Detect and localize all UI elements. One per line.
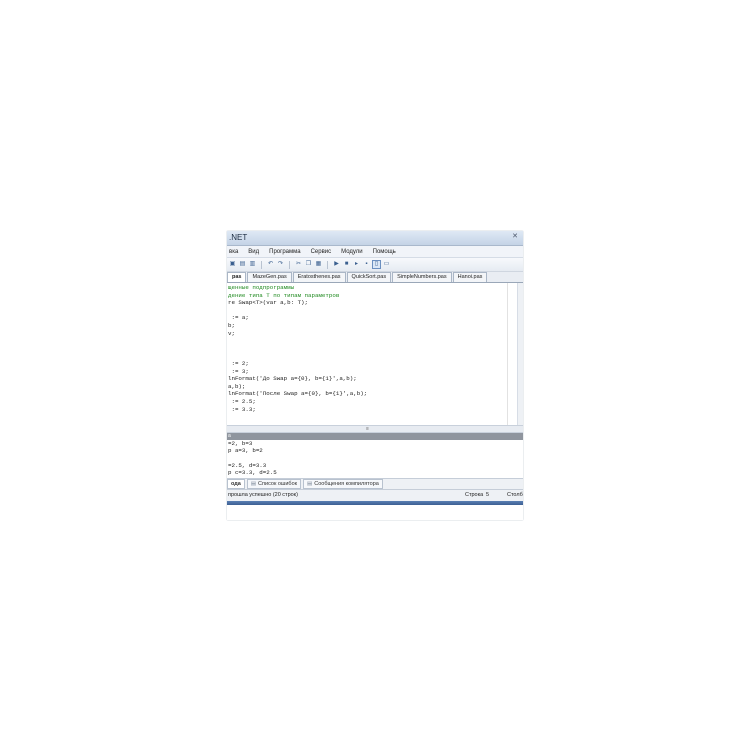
tab-mazegen[interactable]: MazeGen.pas — [247, 272, 292, 282]
output-line: =2.5, d=3.3 — [228, 461, 267, 469]
status-column-label: Столб — [507, 492, 523, 498]
tab-eratosthenes[interactable]: Eratosthenes.pas — [292, 272, 346, 282]
code-editor[interactable]: щенные подпрограммы дение типа T по типам… — [227, 283, 523, 426]
code-line[interactable]: := 2; — [228, 360, 367, 368]
output-line: =2, b=3 — [228, 440, 253, 447]
code-line[interactable]: lnFormat('После Swap a={0}, b={1}',a,b); — [228, 390, 367, 398]
code-line[interactable]: := 3.3; — [228, 406, 367, 414]
code-line[interactable]: re Swap<T>(var a,b: T); — [228, 299, 367, 307]
margin-line — [507, 283, 508, 425]
code-line[interactable]: щенные подпрограммы — [228, 284, 367, 292]
code-line[interactable]: дение типа T по типам параметров — [228, 292, 367, 300]
code-line[interactable] — [228, 352, 367, 360]
toolbar: ▣ ▤ ▥ ↶ ↷ ✂ ❐ ▦ ▶ ■ ▸ ▪ ▯ ▭ — [227, 258, 523, 272]
save-all-icon[interactable]: ▤ — [239, 261, 246, 268]
status-row-label: Строка — [465, 492, 484, 498]
code-line[interactable]: := 3; — [228, 368, 367, 376]
save-icon[interactable]: ▣ — [229, 261, 236, 268]
output-line: р c=3.3, d=2.5 — [228, 469, 277, 477]
tab-quicksort[interactable]: QuickSort.pas — [346, 272, 392, 282]
code-line[interactable] — [228, 337, 367, 345]
tab-current-file[interactable]: pas — [227, 272, 247, 282]
layout-icon[interactable]: ▭ — [383, 261, 390, 268]
ide-window: .NET ✕ вка Вид Программа Сервис Модули П… — [227, 231, 523, 520]
code-line[interactable]: := a; — [228, 314, 367, 322]
tab-output-label: ода — [231, 481, 241, 487]
taskbar-strip — [227, 501, 523, 505]
status-message: прошла успешно (20 строк) — [228, 492, 298, 498]
cut-icon[interactable]: ✂ — [295, 261, 302, 268]
output-header: а — [227, 433, 523, 440]
paste-icon[interactable]: ▦ — [315, 261, 322, 268]
code-line[interactable]: b; — [228, 322, 367, 330]
compile-icon[interactable]: ▪ — [363, 261, 370, 268]
tab-hanoi[interactable]: Hanoi.pas — [452, 272, 488, 282]
splitter-grip-icon[interactable]: ≡ — [366, 426, 369, 432]
menu-item-help[interactable]: Помощь — [373, 249, 396, 255]
status-row-value: 5 — [486, 492, 490, 498]
undo-icon[interactable]: ↶ — [267, 261, 274, 268]
menu-item-modules[interactable]: Модули — [341, 249, 363, 255]
bottom-tabs: ода ▤ Список ошибок ▤ Сообщения компилятор… — [227, 478, 523, 490]
pane-splitter[interactable]: ≡ — [227, 426, 523, 433]
menu-bar: вка Вид Программа Сервис Модули Помощь — [227, 246, 523, 258]
editor-scrollbar[interactable] — [517, 283, 523, 425]
code-text[interactable]: щенные подпрограммы дение типа T по типам… — [228, 284, 367, 413]
tab-error-list-label: Список ошибок — [258, 481, 298, 487]
toolbar-divider — [327, 260, 328, 269]
menu-item-service[interactable]: Сервис — [311, 249, 332, 255]
tab-compiler-messages[interactable]: ▤ Сообщения компилятора — [303, 479, 383, 489]
code-line[interactable] — [228, 345, 367, 353]
window-title: .NET — [229, 233, 248, 242]
code-line[interactable] — [228, 307, 367, 315]
title-bar: .NET ✕ — [227, 231, 523, 246]
file-tabs: pas MazeGen.pas Eratosthenes.pas QuickSo… — [227, 272, 523, 283]
status-bar: прошла успешно (20 строк) Строка 5 Столб — [227, 490, 523, 501]
tab-error-list[interactable]: ▤ Список ошибок — [246, 479, 302, 489]
list-icon: ▤ — [250, 481, 257, 487]
code-line[interactable]: lnFormat('До Swap a={0}, b={1}',a,b); — [228, 375, 367, 383]
output-window: =2, b=3 р a=3, b=2 =2.5, d=3.3 р c=3.3, d=… — [227, 440, 523, 478]
close-icon[interactable]: ✕ — [509, 232, 521, 242]
stop-icon[interactable]: ■ — [343, 261, 350, 268]
menu-item-view[interactable]: Вид — [248, 249, 259, 255]
toolbar-divider — [261, 260, 262, 269]
tab-simplenumbers[interactable]: SimpleNumbers.pas — [392, 272, 452, 282]
run-icon[interactable]: ▶ — [333, 261, 340, 268]
document-icon: ▤ — [307, 481, 313, 487]
menu-item-edit[interactable]: вка — [229, 249, 238, 255]
output-line: р a=3, b=2 — [228, 447, 263, 455]
toolbar-divider — [289, 260, 290, 269]
copy-icon[interactable]: ❐ — [305, 261, 312, 268]
toggle-view-icon[interactable]: ▯ — [372, 260, 381, 269]
menu-item-program[interactable]: Программа — [269, 249, 300, 255]
tab-compiler-messages-label: Сообщения компилятора — [314, 481, 379, 487]
code-line[interactable]: := 2.5; — [228, 398, 367, 406]
redo-icon[interactable]: ↷ — [277, 261, 284, 268]
code-line[interactable]: v; — [228, 330, 367, 338]
print-icon[interactable]: ▥ — [249, 261, 256, 268]
tab-output[interactable]: ода — [227, 479, 245, 489]
code-line[interactable]: a,b); — [228, 383, 367, 391]
step-icon[interactable]: ▸ — [353, 261, 360, 268]
